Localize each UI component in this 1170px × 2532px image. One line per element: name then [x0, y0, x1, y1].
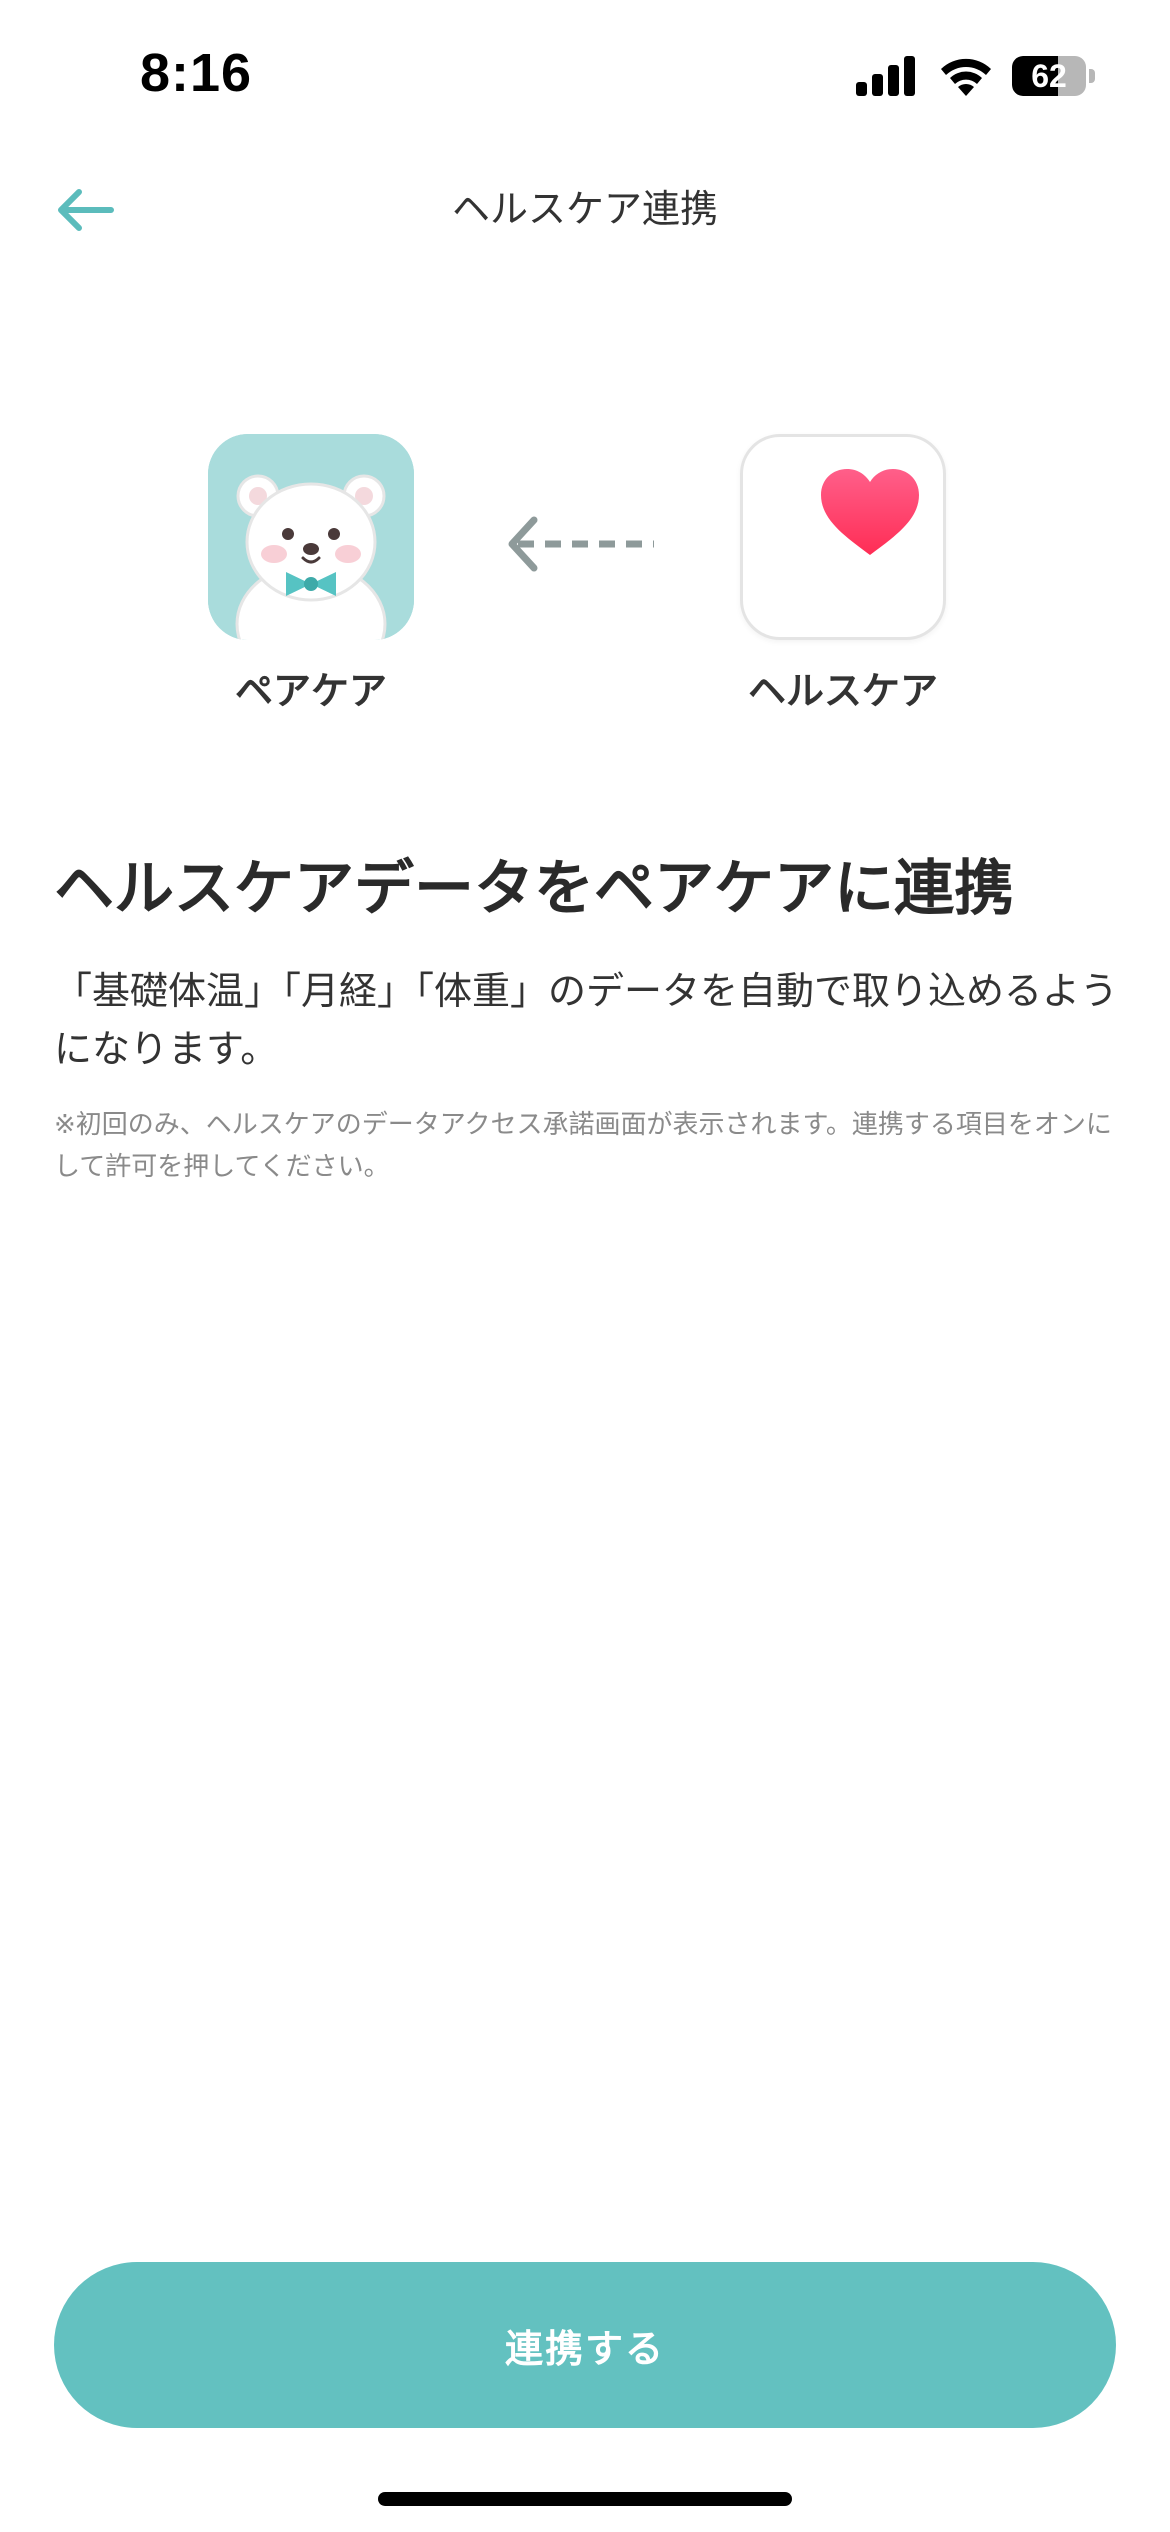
permission-note: ※初回のみ、ヘルスケアのデータアクセス承諾画面が表示されます。連携する項目をオン… [54, 1110, 1112, 1182]
pairecare-app-icon [208, 434, 414, 640]
headline: ヘルスケアデータをペアケアに連携 [54, 854, 1014, 924]
cellular-signal-icon [856, 56, 915, 96]
connect-button[interactable]: 連携する [54, 2262, 1116, 2428]
battery-cap [1089, 69, 1095, 83]
dashed-arrow-left-icon [508, 516, 654, 572]
health-app-icon [740, 434, 946, 640]
status-icons: 62 [856, 52, 1096, 102]
wifi-icon [941, 58, 991, 96]
pairecare-app-label: ペアケア [234, 669, 387, 713]
heart-icon [821, 469, 919, 555]
health-app-label: ヘルスケア [747, 669, 938, 713]
status-time: 8:16 [140, 43, 253, 103]
polar-bear-icon [208, 434, 414, 640]
home-indicator [378, 2492, 792, 2506]
page-title: ヘルスケア連携 [451, 187, 718, 231]
battery-icon: 62 [1012, 56, 1086, 96]
battery-percent: 62 [1031, 58, 1067, 94]
description: 「基礎体温」「月経」「体重」のデータを自動で取り込めるようになります。 [54, 969, 1119, 1071]
